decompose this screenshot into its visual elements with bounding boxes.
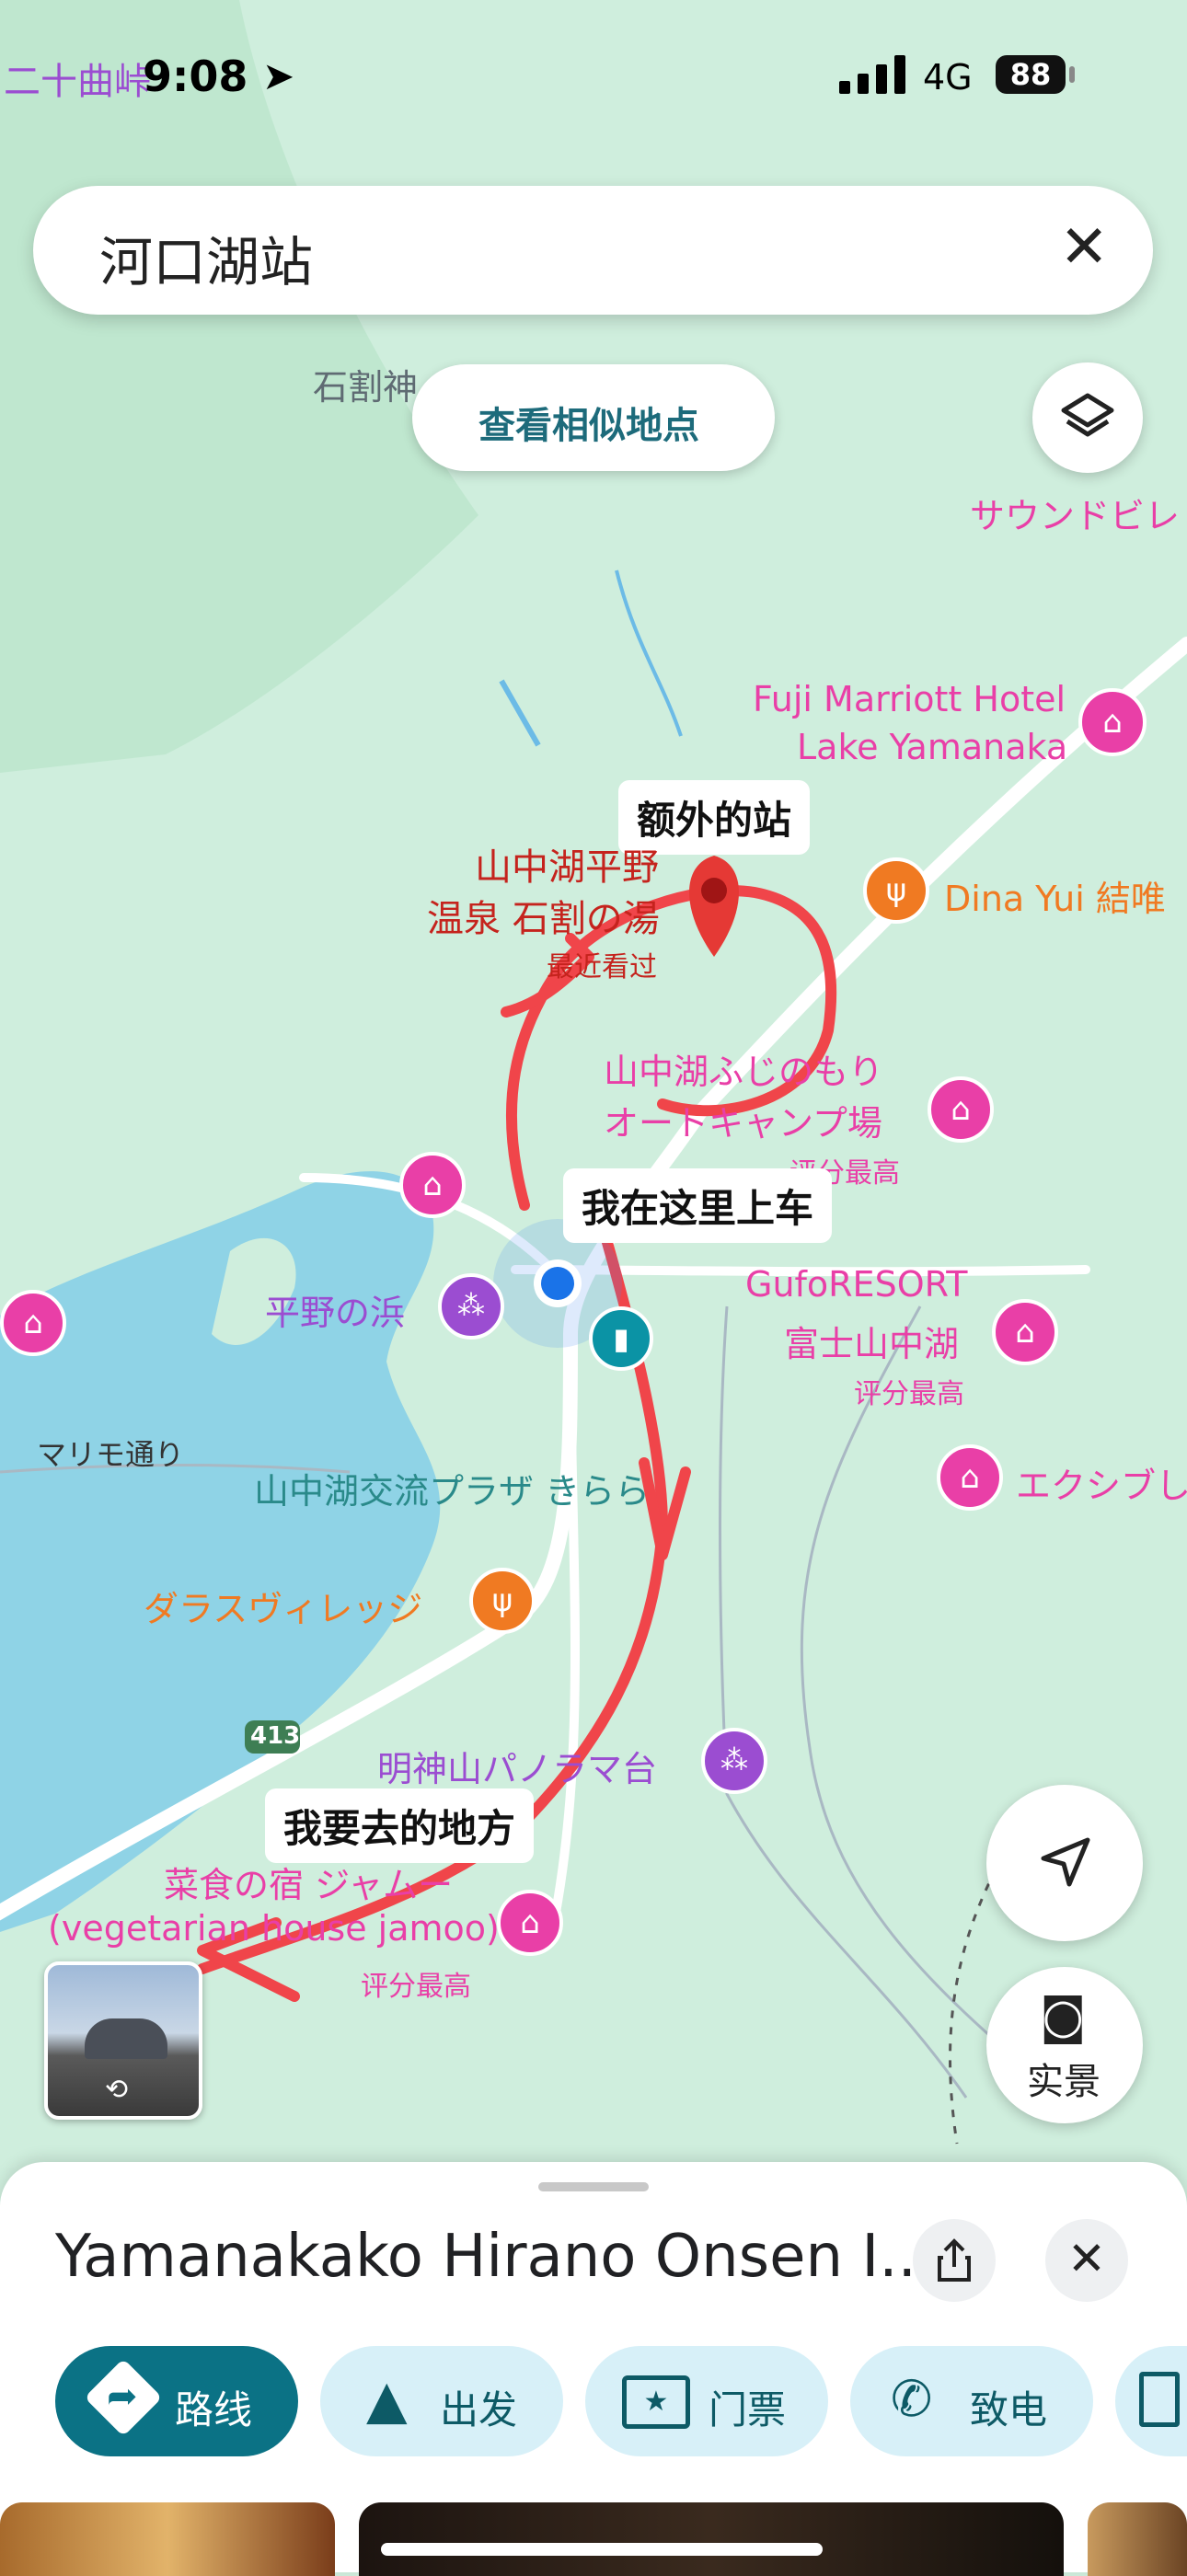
street-view-thumbnail[interactable]: ⟲ bbox=[44, 1961, 202, 2120]
map-label-kirara[interactable]: 山中湖交流プラザ きらら bbox=[254, 1463, 650, 1513]
map-label-exhibition[interactable]: エクシブし bbox=[1016, 1457, 1187, 1508]
clear-search-icon[interactable]: ✕ bbox=[1059, 213, 1109, 282]
phone-icon: ✆ bbox=[891, 2370, 933, 2428]
map-label-gufo-1[interactable]: GufoRESORT bbox=[745, 1264, 967, 1305]
search-query[interactable]: 河口湖站 bbox=[99, 219, 313, 296]
map-label-camp-1[interactable]: 山中湖ふじのもり bbox=[604, 1043, 883, 1094]
close-sheet-button[interactable]: ✕ bbox=[1045, 2219, 1128, 2302]
location-dot bbox=[541, 1267, 574, 1300]
map-label-gufo-rating: 评分最高 bbox=[854, 1378, 964, 1410]
home-indicator bbox=[381, 2543, 823, 2556]
hotel-icon[interactable]: ⌂ bbox=[928, 1076, 994, 1143]
hotel-icon[interactable]: ⌂ bbox=[0, 1290, 66, 1356]
map-label-onsen-2[interactable]: 温泉 石割の湯 bbox=[427, 889, 660, 942]
tickets-chip[interactable]: ★ 门票 bbox=[585, 2346, 828, 2456]
layers-icon bbox=[1061, 393, 1114, 437]
map-label-marimo: マリモ通り bbox=[37, 1437, 185, 1472]
similar-places-label: 查看相似地点 bbox=[478, 405, 699, 447]
hotel-icon[interactable]: ⌂ bbox=[937, 1444, 1003, 1511]
share-icon bbox=[938, 2238, 971, 2282]
layers-button[interactable] bbox=[1032, 362, 1143, 473]
map-label-myojin[interactable]: 明神山パノラマ台 bbox=[377, 1741, 657, 1791]
tickets-label: 门票 bbox=[709, 2387, 787, 2432]
map-label-dina-yui[interactable]: Dina Yui 結唯 bbox=[944, 870, 1166, 921]
route-413-label: 413 bbox=[250, 1722, 301, 1750]
restaurant-icon[interactable]: ψ bbox=[469, 1568, 536, 1634]
map-label-jamoo-2[interactable]: (vegetarian house jamoo) bbox=[48, 1908, 500, 1949]
battery-tip bbox=[1069, 66, 1075, 83]
directions-chip[interactable]: ➦ 路线 bbox=[55, 2346, 298, 2456]
similar-places-button[interactable]: 查看相似地点 bbox=[412, 364, 775, 471]
hotel-icon[interactable]: ⌂ bbox=[992, 1299, 1058, 1365]
status-bar: 二十曲峠 9:08 ➤ 4G 88 bbox=[0, 52, 1187, 107]
place-photo[interactable] bbox=[1088, 2502, 1187, 2576]
bookmark-icon[interactable]: ▮ bbox=[589, 1306, 653, 1371]
signal-icon bbox=[839, 55, 909, 99]
rotate-360-icon: ⟲ bbox=[105, 2074, 129, 2106]
network-type: 4G bbox=[923, 57, 973, 98]
attraction-icon[interactable]: ⁂ bbox=[438, 1273, 504, 1340]
ticket-icon: ★ bbox=[622, 2375, 690, 2429]
map-label-jamoo-rating: 评分最高 bbox=[361, 1971, 471, 2003]
hotel-icon[interactable]: ⌂ bbox=[399, 1152, 466, 1218]
close-icon: ✕ bbox=[1067, 2232, 1106, 2285]
camera-icon: ◙ bbox=[1040, 1989, 1087, 2044]
map-label-jamoo-1[interactable]: 菜食の宿 ジャムー bbox=[164, 1857, 453, 1907]
annotation-destination: 我要去的地方 bbox=[265, 1788, 535, 1863]
map-label-nijukyoku: 二十曲峠 bbox=[4, 61, 151, 103]
live-view-button[interactable]: ◙ 实景 bbox=[986, 1967, 1143, 2123]
navigate-arrow-icon: ▲ bbox=[366, 2368, 408, 2431]
map-label-onsen-1[interactable]: 山中湖平野 bbox=[475, 837, 659, 891]
my-location-button[interactable] bbox=[986, 1785, 1143, 1941]
place-sheet[interactable]: Yamanakako Hirano Onsen I... ✕ ➦ 路线 ▲ 出发… bbox=[0, 2162, 1187, 2576]
share-button[interactable] bbox=[913, 2219, 996, 2302]
restaurant-icon[interactable]: ψ bbox=[863, 857, 929, 924]
annotation-board-here: 我在这里上车 bbox=[563, 1168, 833, 1243]
attraction-icon[interactable]: ⁂ bbox=[701, 1728, 767, 1794]
live-view-label: 实景 bbox=[1027, 2061, 1101, 2103]
map-label-hirano-beach[interactable]: 平野の浜 bbox=[265, 1284, 405, 1335]
more-chip[interactable] bbox=[1115, 2346, 1187, 2456]
directions-label: 路线 bbox=[175, 2387, 253, 2432]
status-time: 9:08 bbox=[143, 52, 248, 101]
bookmark-icon bbox=[1139, 2372, 1180, 2427]
start-chip[interactable]: ▲ 出发 bbox=[320, 2346, 563, 2456]
map-label-dallas[interactable]: ダラスヴィレッジ bbox=[144, 1581, 422, 1631]
map-label-gufo-2[interactable]: 富士山中湖 bbox=[784, 1316, 959, 1366]
map-label-camp-2[interactable]: オートキャンプ場 bbox=[604, 1095, 882, 1145]
call-label: 致电 bbox=[970, 2387, 1048, 2432]
call-chip[interactable]: ✆ 致电 bbox=[850, 2346, 1093, 2456]
place-photo[interactable] bbox=[0, 2502, 335, 2576]
location-arrow-icon: ➤ bbox=[262, 53, 295, 98]
map-label-shrine[interactable]: 石割神 bbox=[313, 359, 418, 409]
map-label-sound-village[interactable]: サウンドビレ bbox=[970, 488, 1180, 538]
hotel-icon[interactable]: ⌂ bbox=[497, 1890, 563, 1956]
start-label: 出发 bbox=[440, 2387, 518, 2432]
sheet-handle[interactable] bbox=[538, 2182, 649, 2191]
place-title: Yamanakako Hirano Onsen I... bbox=[55, 2223, 936, 2291]
place-photo[interactable] bbox=[359, 2502, 1064, 2576]
recently-viewed-label: 最近看过 bbox=[547, 951, 657, 983]
search-bar[interactable]: 河口湖站 ✕ bbox=[33, 186, 1153, 315]
battery-indicator: 88 bbox=[996, 55, 1066, 94]
navigation-arrow-icon bbox=[1041, 1837, 1090, 1887]
map-label-marriott-1[interactable]: Fuji Marriott Hotel bbox=[753, 679, 1066, 719]
hotel-icon[interactable]: ⌂ bbox=[1078, 688, 1147, 756]
map-label-marriott-2[interactable]: Lake Yamanaka bbox=[797, 727, 1067, 767]
